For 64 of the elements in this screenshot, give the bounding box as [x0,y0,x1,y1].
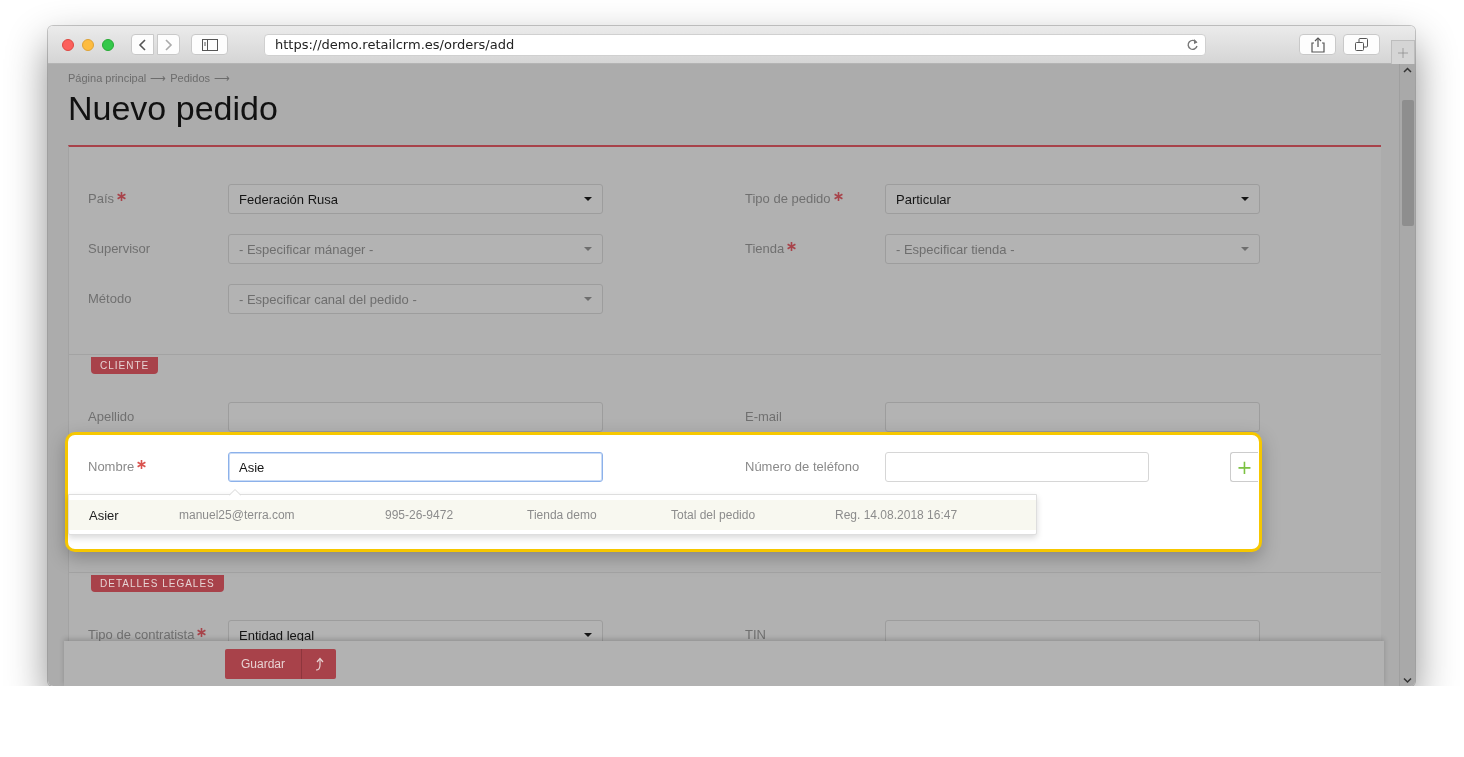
share-button[interactable] [1299,34,1336,55]
input-field[interactable] [228,402,603,432]
plus-icon [1398,45,1408,60]
forward-button[interactable] [157,34,180,55]
field-label: Tienda [745,241,785,256]
curved-arrow-icon [314,657,324,671]
select-field[interactable]: - Especificar mánager - [228,234,603,264]
field-label: País [88,191,114,206]
share-icon [1310,36,1325,53]
field-label: Supervisor [88,241,151,256]
customer-name: Asier [89,507,120,523]
tabs-button[interactable] [1343,34,1380,55]
chevron-left-icon [137,37,148,52]
breadcrumb-link[interactable]: Pedidos [170,72,211,85]
section-tag: CLIENTE [91,357,159,374]
minimize-button[interactable] [82,38,94,51]
customer-phone: 995-26-9472 [385,508,455,522]
select-field[interactable]: - Especificar tienda - [885,234,1260,264]
caret-icon [1241,247,1249,251]
scroll-up-icon[interactable] [1403,67,1412,74]
section-tag: DETALLES LEGALES [91,575,224,592]
customer-store: Tienda demo [527,508,598,522]
page-title: Nuevo pedido [68,88,279,128]
scroll-down-icon[interactable] [1403,677,1412,684]
customer-email: manuel25@terra.com [179,508,296,522]
add-button[interactable]: + [1230,452,1258,482]
save-button[interactable]: Guardar [225,649,301,679]
chevron-right-icon [163,37,174,52]
caret-icon [1241,197,1249,201]
field-label: Nombre [88,459,135,474]
breadcrumb-separator: ⟶ [214,72,231,85]
caret-icon [584,297,592,301]
registration-date: Reg. 14.08.2018 16:47 [835,508,959,522]
caret-icon [584,633,592,637]
caret-icon [584,247,592,251]
field-label: Tipo de contratista [88,627,195,641]
field-label: TIN [745,627,766,641]
save-options-button[interactable] [301,649,336,679]
sidebar-button[interactable] [191,34,228,55]
input-field[interactable]: Asie [228,452,603,482]
tabs-icon [1355,38,1368,51]
field-label: Tipo de pedido [745,191,831,206]
field-label: E-mail [745,409,782,424]
zoom-button[interactable] [102,38,114,51]
breadcrumb-separator: ⟶ [150,72,167,85]
select-field[interactable]: - Especificar canal del pedido - [228,284,603,314]
field-label: Método [88,291,132,306]
reload-icon[interactable] [1186,38,1199,51]
select-field[interactable]: Federación Rusa [228,184,603,214]
input-field[interactable] [885,452,1149,482]
input-field[interactable] [885,402,1260,432]
select-field[interactable]: Particular [885,184,1260,214]
address-field[interactable]: https://demo.retailcrm.es/orders/add [264,33,1206,56]
back-button[interactable] [131,34,154,55]
sidebar-icon [201,38,218,51]
close-button[interactable] [62,38,74,51]
scrollbar-thumb[interactable] [1401,100,1414,226]
field-label: Apellido [88,409,135,424]
order-total-label: Total del pedido [671,508,757,522]
input-field[interactable] [885,620,1260,641]
breadcrumb-link[interactable]: Página principal [68,72,147,85]
caret-icon [584,197,592,201]
suggestion-item[interactable]: Asier manuel25@terra.com 995-26-9472 Tienda demo Total del pedido Reg. 14.08.2018 16:47 [69,500,1036,530]
field-label: Número de teléfono [745,459,860,474]
